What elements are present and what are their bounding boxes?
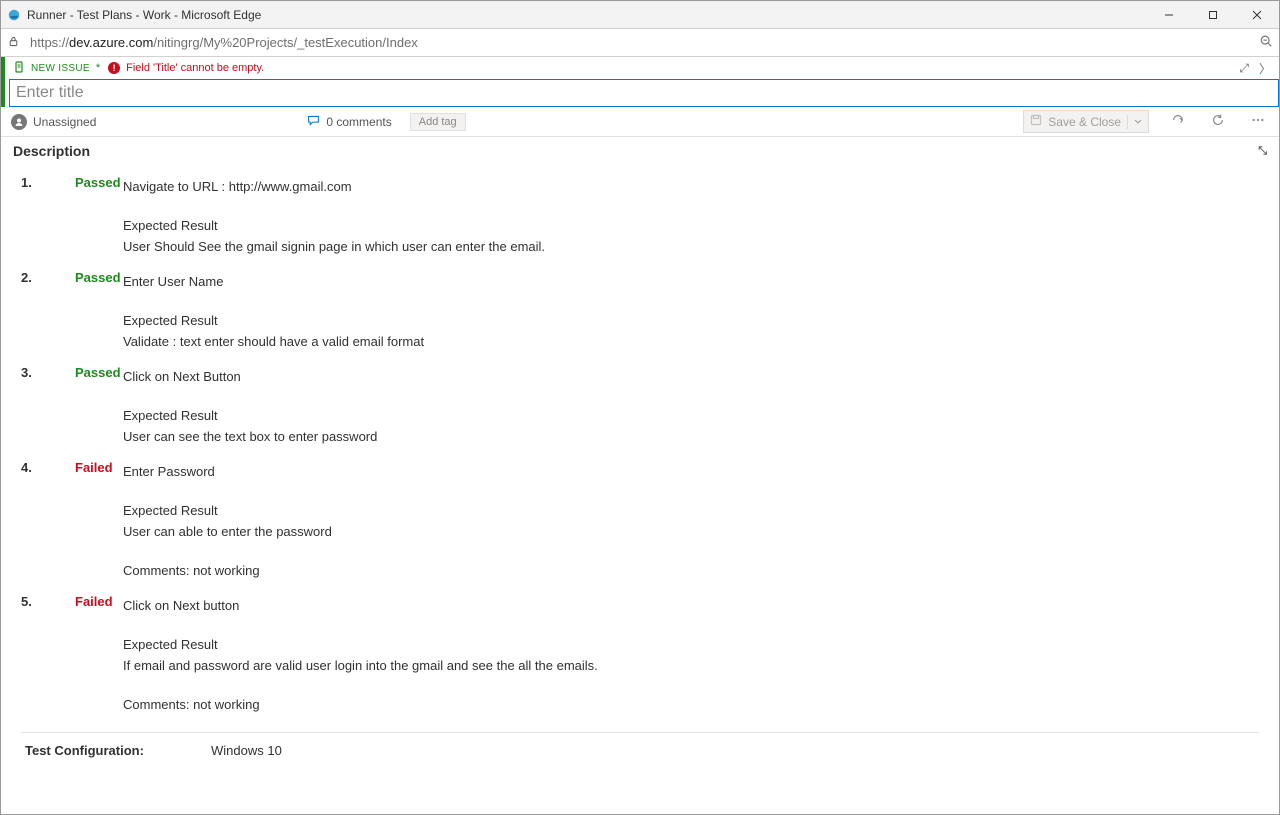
config-label: Test Configuration: [25,743,211,758]
step-content: Click on Next Button Expected Result User … [123,363,1223,450]
expected-result-label: Expected Result [123,313,1223,328]
step-status: Failed [75,458,123,584]
step-content: Enter User Name Expected Result Validate :… [123,268,1223,355]
step-row: 5.FailedClick on Next button Expected Res… [21,592,1259,718]
step-action: Navigate to URL : http://www.gmail.com [123,179,1223,194]
error-icon: ! [108,62,120,74]
expected-result-label: Expected Result [123,637,1223,652]
maximize-button[interactable] [1191,1,1235,28]
expected-result-text: User can see the text box to enter passw… [123,429,1223,444]
comments-count: 0 comments [326,115,391,129]
expand-icon[interactable]: ⤡ [1258,145,1267,158]
save-close-label: Save & Close [1048,115,1121,129]
steps-list: 1.PassedNavigate to URL : http://www.gma… [21,173,1259,718]
divider [21,732,1259,733]
config-value: Windows 10 [211,743,282,758]
refresh-icon[interactable] [1207,111,1229,132]
expected-result-label: Expected Result [123,218,1223,233]
step-number: 5. [21,592,75,718]
url-text[interactable]: https://dev.azure.com/nitingrg/My%20Proj… [30,35,1249,50]
step-row: 4.FailedEnter Password Expected Result Use… [21,458,1259,584]
save-close-button[interactable]: Save & Close [1023,110,1149,133]
window-title: Runner - Test Plans - Work - Microsoft E… [27,8,1147,22]
url-host: dev.azure.com [69,35,153,50]
close-button[interactable] [1235,1,1279,28]
step-comments: Comments: not working [123,563,1223,578]
step-content: Enter Password Expected Result User can ab… [123,458,1223,584]
step-content: Navigate to URL : http://www.gmail.com Ex… [123,173,1223,260]
expected-result-label: Expected Result [123,503,1223,518]
lock-icon [7,35,20,51]
step-action: Enter User Name [123,274,1223,289]
step-number: 2. [21,268,75,355]
step-number: 1. [21,173,75,260]
expected-result-text: Validate : text enter should have a vali… [123,334,1223,349]
comment-icon [307,114,320,130]
step-content: Click on Next button Expected Result If em… [123,592,1223,718]
save-dropdown-chevron-icon[interactable] [1127,115,1142,129]
next-icon[interactable]: 〉 [1259,60,1271,77]
step-action: Enter Password [123,464,1223,479]
collapse-icon[interactable]: ⤢ [1239,61,1249,76]
add-tag-input[interactable]: Add tag [410,113,466,131]
save-icon [1030,114,1042,129]
step-row: 1.PassedNavigate to URL : http://www.gma… [21,173,1259,260]
test-config-row: Test Configuration: Windows 10 [21,737,1259,780]
step-number: 4. [21,458,75,584]
issue-header: NEW ISSUE * ! Field 'Title' cannot be em… [1,57,1279,107]
issue-type-label: NEW ISSUE [31,63,90,74]
step-row: 2.PassedEnter User Name Expected Result Va… [21,268,1259,355]
error-text: Field 'Title' cannot be empty. [126,62,264,74]
assignee-label: Unassigned [33,115,96,129]
step-row: 3.PassedClick on Next Button Expected Res… [21,363,1259,450]
expected-result-label: Expected Result [123,408,1223,423]
description-body[interactable]: 1.PassedNavigate to URL : http://www.gma… [1,165,1279,814]
url-path: /nitingrg/My%20Projects/_testExecution/I… [153,35,417,50]
step-status: Passed [75,173,123,260]
address-bar: https://dev.azure.com/nitingrg/My%20Proj… [1,29,1279,57]
url-prefix: https:// [30,35,69,50]
expected-result-text: User Should See the gmail signin page in… [123,239,1223,254]
step-action: Click on Next button [123,598,1223,613]
step-action: Click on Next Button [123,369,1223,384]
window-controls [1147,1,1279,28]
more-actions-icon[interactable] [1247,111,1269,132]
assignee-picker[interactable]: Unassigned [11,114,96,130]
description-header: Description ⤡ [1,137,1279,165]
expected-result-text: User can able to enter the password [123,524,1223,539]
edge-app-icon [7,8,21,22]
issue-status-bar: NEW ISSUE * ! Field 'Title' cannot be em… [5,57,1279,79]
step-number: 3. [21,363,75,450]
expected-result-text: If email and password are valid user log… [123,658,1223,673]
window-titlebar: Runner - Test Plans - Work - Microsoft E… [1,1,1279,29]
follow-icon[interactable] [1167,111,1189,132]
step-status: Passed [75,363,123,450]
comments-link[interactable]: 0 comments [307,114,391,130]
avatar-icon [11,114,27,130]
app-window: Runner - Test Plans - Work - Microsoft E… [0,0,1280,815]
step-status: Passed [75,268,123,355]
zoom-icon[interactable] [1259,34,1273,51]
dirty-marker: * [96,62,100,74]
meta-row: Unassigned 0 comments Add tag Save & Clo… [1,107,1279,137]
issue-type-icon [13,61,25,76]
title-input[interactable] [10,80,1278,106]
description-body-wrap: 1.PassedNavigate to URL : http://www.gma… [1,165,1279,814]
minimize-button[interactable] [1147,1,1191,28]
step-status: Failed [75,592,123,718]
step-comments: Comments: not working [123,697,1223,712]
title-input-wrap [9,79,1279,107]
description-heading: Description [13,143,90,159]
